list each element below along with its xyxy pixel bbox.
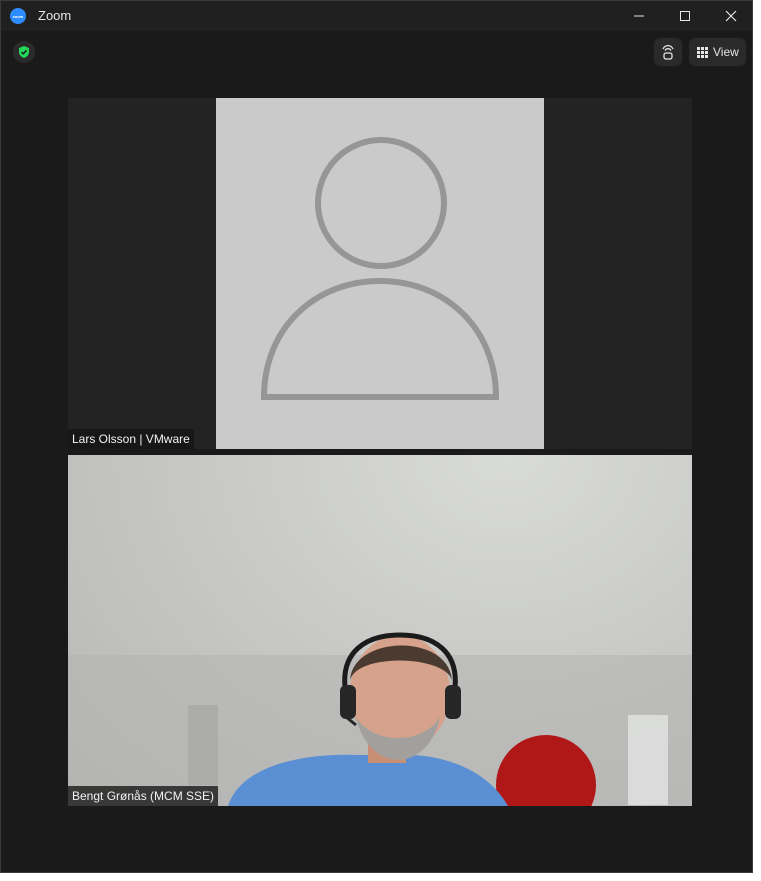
- immersive-view-icon: [662, 44, 674, 60]
- window-title: Zoom: [38, 8, 72, 23]
- meeting-toolbar: View: [1, 31, 752, 73]
- meeting-security-button[interactable]: [13, 41, 35, 63]
- minimize-button[interactable]: [616, 1, 662, 31]
- participant-avatar-box: [216, 98, 544, 449]
- zoom-window: zoom Zoom View Lars Olsson | VMware Beng…: [0, 0, 753, 873]
- participant-name-tag: Bengt Grønås (MCM SSE): [68, 786, 219, 806]
- view-button-label: View: [713, 45, 739, 59]
- participant-tile-1[interactable]: Lars Olsson | VMware: [68, 98, 692, 449]
- close-button[interactable]: [708, 1, 752, 31]
- participant-video-feed: [68, 632, 692, 806]
- shield-check-icon: [19, 46, 29, 58]
- maximize-button[interactable]: [662, 1, 708, 31]
- maximize-icon: [680, 11, 690, 21]
- participant-name-tag: Lars Olsson | VMware: [68, 429, 194, 449]
- participant-tile-2[interactable]: Bengt Grønås (MCM SSE): [68, 455, 692, 806]
- title-bar[interactable]: zoom Zoom: [1, 1, 752, 31]
- minimize-icon: [634, 15, 644, 17]
- immersive-view-button[interactable]: [654, 38, 682, 66]
- zoom-logo-icon: zoom: [10, 8, 26, 24]
- zoom-logo-text: zoom: [12, 13, 24, 19]
- close-icon: [725, 10, 737, 22]
- view-button[interactable]: View: [689, 38, 746, 66]
- default-avatar-icon: [260, 137, 500, 400]
- gallery-grid-icon: [697, 46, 708, 58]
